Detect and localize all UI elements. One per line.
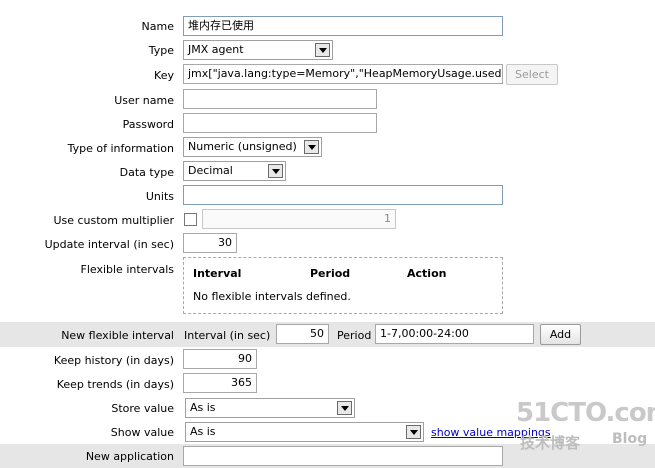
store-value-select[interactable]: As is [185, 398, 355, 418]
type-select-value: JMX agent [188, 43, 244, 56]
data-type-value: Decimal [188, 164, 233, 177]
custom-multiplier-row: Use custom multiplier 1 [0, 209, 655, 231]
interval-in-sec-label: Interval (in sec) [184, 329, 271, 342]
watermark-blog: Blog [612, 431, 648, 447]
username-row: User name [0, 89, 655, 111]
type-of-information-label: Type of information [67, 142, 174, 155]
key-row: Key jmx["java.lang:type=Memory","HeapMem… [0, 64, 655, 86]
units-input[interactable] [183, 185, 503, 205]
show-value-select[interactable]: As is [185, 422, 424, 442]
password-input[interactable] [183, 113, 377, 133]
password-label: Password [122, 118, 174, 131]
keep-trends-input[interactable]: 365 [183, 373, 257, 393]
new-flexible-interval-label: New flexible interval [61, 329, 174, 342]
watermark-logo: 51CTO.com 技术博客 Blog [516, 398, 655, 458]
show-value-label: Show value [110, 426, 174, 439]
custom-multiplier-label: Use custom multiplier [53, 214, 174, 227]
update-interval-input[interactable]: 30 [183, 233, 237, 253]
name-input[interactable]: 堆内存已使用 [183, 16, 503, 36]
flexible-intervals-table: Interval Period Action No flexible inter… [183, 257, 503, 314]
data-type-row: Data type Decimal [0, 161, 655, 183]
column-header-action: Action [407, 267, 447, 280]
watermark-site: 51CTO.com [516, 398, 655, 428]
custom-multiplier-input[interactable]: 1 [202, 209, 396, 229]
store-value-value: As is [190, 401, 216, 414]
column-header-interval: Interval [193, 267, 242, 280]
key-label: Key [154, 69, 174, 82]
new-application-label: New application [85, 450, 174, 463]
custom-multiplier-checkbox[interactable] [184, 213, 197, 226]
add-interval-button[interactable]: Add [540, 324, 581, 345]
period-label: Period [337, 329, 372, 342]
flexible-intervals-empty-text: No flexible intervals defined. [193, 290, 351, 303]
type-row: Type JMX agent [0, 40, 655, 62]
chevron-down-icon [406, 425, 421, 439]
type-of-information-value: Numeric (unsigned) [188, 140, 297, 153]
type-of-information-select[interactable]: Numeric (unsigned) [183, 137, 322, 157]
keep-history-label: Keep history (in days) [53, 354, 174, 367]
store-value-label: Store value [111, 402, 174, 415]
keep-history-input[interactable]: 90 [183, 349, 257, 369]
password-row: Password [0, 113, 655, 135]
type-label: Type [148, 44, 174, 57]
new-period-input[interactable]: 1-7,00:00-24:00 [375, 324, 534, 344]
name-label: Name [141, 20, 174, 33]
new-flexible-interval-row: New flexible interval Interval (in sec) … [0, 322, 655, 347]
data-type-label: Data type [119, 166, 174, 179]
keep-trends-row: Keep trends (in days) 365 [0, 373, 655, 395]
username-label: User name [114, 94, 174, 107]
update-interval-label: Update interval (in sec) [44, 238, 174, 251]
column-header-period: Period [310, 267, 351, 280]
key-input[interactable]: jmx["java.lang:type=Memory","HeapMemoryU… [183, 64, 503, 84]
flexible-intervals-label: Flexible intervals [80, 263, 175, 276]
units-label: Units [145, 190, 174, 203]
username-input[interactable] [183, 89, 377, 109]
new-interval-input[interactable]: 50 [276, 324, 329, 344]
data-type-select[interactable]: Decimal [183, 161, 286, 181]
type-select[interactable]: JMX agent [183, 40, 333, 60]
type-of-information-row: Type of information Numeric (unsigned) [0, 137, 655, 159]
show-value-value: As is [190, 425, 216, 438]
new-application-input[interactable] [183, 446, 503, 466]
name-row: Name 堆内存已使用 [0, 16, 655, 38]
units-row: Units [0, 185, 655, 207]
update-interval-row: Update interval (in sec) 30 [0, 233, 655, 255]
keep-history-row: Keep history (in days) 90 [0, 349, 655, 371]
chevron-down-icon [315, 43, 330, 57]
chevron-down-icon [268, 164, 283, 178]
key-select-button[interactable]: Select [506, 64, 558, 85]
keep-trends-label: Keep trends (in days) [56, 378, 174, 391]
chevron-down-icon [337, 401, 352, 415]
chevron-down-icon [304, 140, 319, 154]
watermark-subtitle: 技术博客 [520, 434, 581, 452]
